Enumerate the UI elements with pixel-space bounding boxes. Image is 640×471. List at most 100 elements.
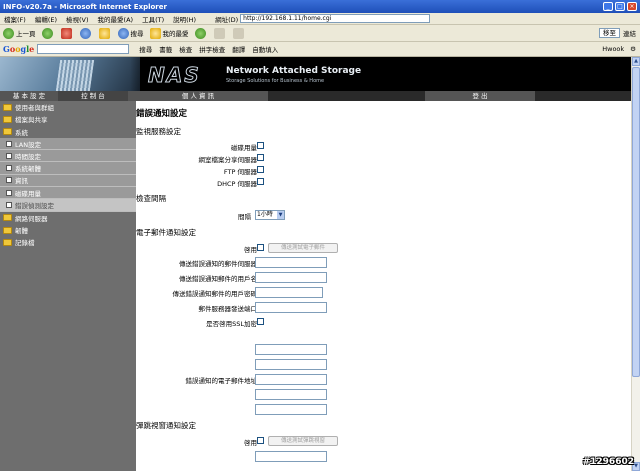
refresh-icon <box>79 27 91 39</box>
home-button[interactable] <box>98 27 112 39</box>
sidebar-item-lan[interactable]: LAN設定 <box>0 137 136 151</box>
google-search-button[interactable]: 搜尋 <box>139 44 152 54</box>
popup-enable-label: 啓用 <box>244 439 257 447</box>
google-search-input[interactable] <box>37 44 130 54</box>
print-button[interactable] <box>232 27 246 39</box>
ssl-checkbox[interactable] <box>257 318 264 325</box>
sidebar-item-logs[interactable]: 記錄檔 <box>0 236 136 249</box>
smtp-server-input[interactable] <box>255 257 327 268</box>
folder-icon <box>3 115 12 123</box>
send-test-email-button[interactable]: 傳送測試電子郵件 <box>268 243 338 253</box>
tab-personal-info[interactable]: 個 人 資 訊 <box>128 91 268 101</box>
sidebar-item-users[interactable]: 使用者與群組 <box>0 101 136 114</box>
image-watermark: #1296602 <box>582 457 634 467</box>
google-translate[interactable]: 翻譯 <box>232 44 245 54</box>
sidebar-item-time[interactable]: 時間設定 <box>0 150 136 163</box>
email-enable-checkbox[interactable] <box>257 244 264 251</box>
tab-control-panel[interactable]: 控 制 台 <box>58 91 128 101</box>
menu-file[interactable]: 檔案(F) <box>4 14 26 24</box>
smtp-port-label: 郵件服務器發送端口 <box>198 305 258 313</box>
sidebar: 使用者與群組 檔案與共享 系統 LAN設定 時間設定 系統韌體 資訊 磁碟用量 … <box>0 101 136 471</box>
google-spellcheck[interactable]: 拼字檢查 <box>199 44 225 54</box>
refresh-button[interactable] <box>79 27 93 39</box>
search-button[interactable]: 搜尋 <box>117 27 144 39</box>
menu-help[interactable]: 說明(H) <box>173 14 196 24</box>
send-test-popup-button[interactable]: 傳送測試彈跳視窗 <box>268 436 338 446</box>
interval-label: 間隔 <box>238 213 251 221</box>
page-icon <box>6 189 12 196</box>
monitor-section-title: 監視服務設定 <box>136 127 181 136</box>
menu-edit[interactable]: 編輯(E) <box>35 14 57 24</box>
recipient-input-5[interactable] <box>255 404 327 415</box>
recipient-input-2[interactable] <box>255 359 327 370</box>
monitor-disk-checkbox[interactable] <box>257 142 264 149</box>
sidebar-item-disk-usage[interactable]: 磁碟用量 <box>0 187 136 200</box>
ssl-label: 是否啓用SSL加密 <box>206 320 257 328</box>
settings-icon[interactable]: ⚙ <box>630 45 636 53</box>
smtp-user-input[interactable] <box>255 272 327 283</box>
popup-enable-checkbox[interactable] <box>257 437 264 444</box>
scroll-thumb[interactable] <box>632 67 640 377</box>
recipient-label: 錯誤通知的電子郵件地址 <box>185 377 258 385</box>
forward-button[interactable] <box>41 27 55 39</box>
popup-section-title: 彈跳視窗通知設定 <box>136 421 196 430</box>
vertical-scrollbar[interactable]: ▲ ▼ <box>631 57 640 471</box>
sidebar-item-firmware-root[interactable]: 韌體 <box>0 223 136 237</box>
smtp-port-input[interactable] <box>255 302 327 313</box>
tab-basic-settings[interactable]: 基 本 設 定 <box>0 91 58 101</box>
sidebar-item-system[interactable]: 系統 <box>0 125 136 138</box>
window-titlebar: INFO-v20.7a - Microsoft Internet Explore… <box>0 0 640 13</box>
google-check[interactable]: 檢查 <box>179 44 192 54</box>
tab-logout[interactable]: 登 出 <box>425 91 535 101</box>
top-nav: 基 本 設 定 控 制 台 個 人 資 訊 登 出 <box>0 91 631 101</box>
menu-view[interactable]: 檢視(V) <box>66 14 89 24</box>
minimize-button[interactable]: _ <box>603 2 613 11</box>
sidebar-item-web-server[interactable]: 網路伺服器 <box>0 211 136 224</box>
menu-favorites[interactable]: 我的最愛(A) <box>98 14 134 24</box>
address-bar[interactable]: http://192.168.1.11/home.cgi <box>240 14 431 23</box>
menu-tools[interactable]: 工具(T) <box>142 14 164 24</box>
smtp-server-label: 傳送錯誤通知的郵件伺服器 <box>179 260 257 268</box>
interval-select[interactable]: 1小時 ▼ <box>255 210 285 220</box>
sidebar-item-error-notify[interactable]: 錯誤偵測設定 <box>0 199 136 212</box>
back-button[interactable]: 上一頁 <box>3 27 36 39</box>
google-toolbar: Google 搜尋 書籤 檢查 拼字檢查 翻譯 自動填入 Hwook ⚙ <box>0 42 640 57</box>
sidebar-item-info[interactable]: 資訊 <box>0 174 136 188</box>
monitor-share-checkbox[interactable] <box>257 154 264 161</box>
main-content: 錯誤通知設定 監視服務設定 磁碟用量 網室檔案分享伺服器 FTP 伺服器 DHC… <box>136 101 631 471</box>
mail-button[interactable] <box>213 27 227 39</box>
mail-icon <box>213 27 225 39</box>
page-icon <box>6 165 12 172</box>
recipient-input-1[interactable] <box>255 344 327 355</box>
banner-building-image <box>55 60 95 91</box>
search-icon <box>117 27 129 39</box>
stop-button[interactable] <box>60 27 74 39</box>
google-user[interactable]: Hwook <box>602 45 624 53</box>
scroll-up-icon[interactable]: ▲ <box>632 57 640 66</box>
monitor-dhcp-checkbox[interactable] <box>257 178 264 185</box>
banner-title: Network Attached Storage <box>226 66 362 76</box>
links-label[interactable]: 連結 <box>623 28 636 38</box>
go-button[interactable]: 移至 <box>599 28 620 38</box>
folder-icon <box>3 214 12 222</box>
recipient-input-3[interactable] <box>255 374 327 385</box>
monitor-ftp-checkbox[interactable] <box>257 166 264 173</box>
browser-toolbar: 上一頁 搜尋 我的最愛 移至 連結 <box>0 25 640 42</box>
favorites-button[interactable]: 我的最愛 <box>149 27 189 39</box>
menu-bar: 檔案(F) 編輯(E) 檢視(V) 我的最愛(A) 工具(T) 說明(H) 網址… <box>0 13 640 25</box>
close-button[interactable]: × <box>627 2 637 11</box>
folder-icon <box>3 226 12 234</box>
smtp-password-input[interactable] <box>255 287 323 298</box>
maximize-button[interactable]: □ <box>615 2 625 11</box>
recipient-input-4[interactable] <box>255 389 327 400</box>
popup-recipient-input[interactable] <box>255 451 327 462</box>
nas-banner: NAS Network Attached Storage Storage Sol… <box>0 57 631 91</box>
sidebar-item-firmware[interactable]: 系統韌體 <box>0 162 136 175</box>
page-icon <box>6 140 12 147</box>
nas-logo: NAS <box>148 63 201 88</box>
google-autofill[interactable]: 自動填入 <box>252 44 278 54</box>
sidebar-item-file-sharing[interactable]: 檔案與共享 <box>0 113 136 126</box>
media-button[interactable] <box>194 27 208 39</box>
smtp-user-label: 傳送錯誤通知郵件的用戶名 <box>179 275 257 283</box>
google-bookmarks[interactable]: 書籤 <box>159 44 172 54</box>
